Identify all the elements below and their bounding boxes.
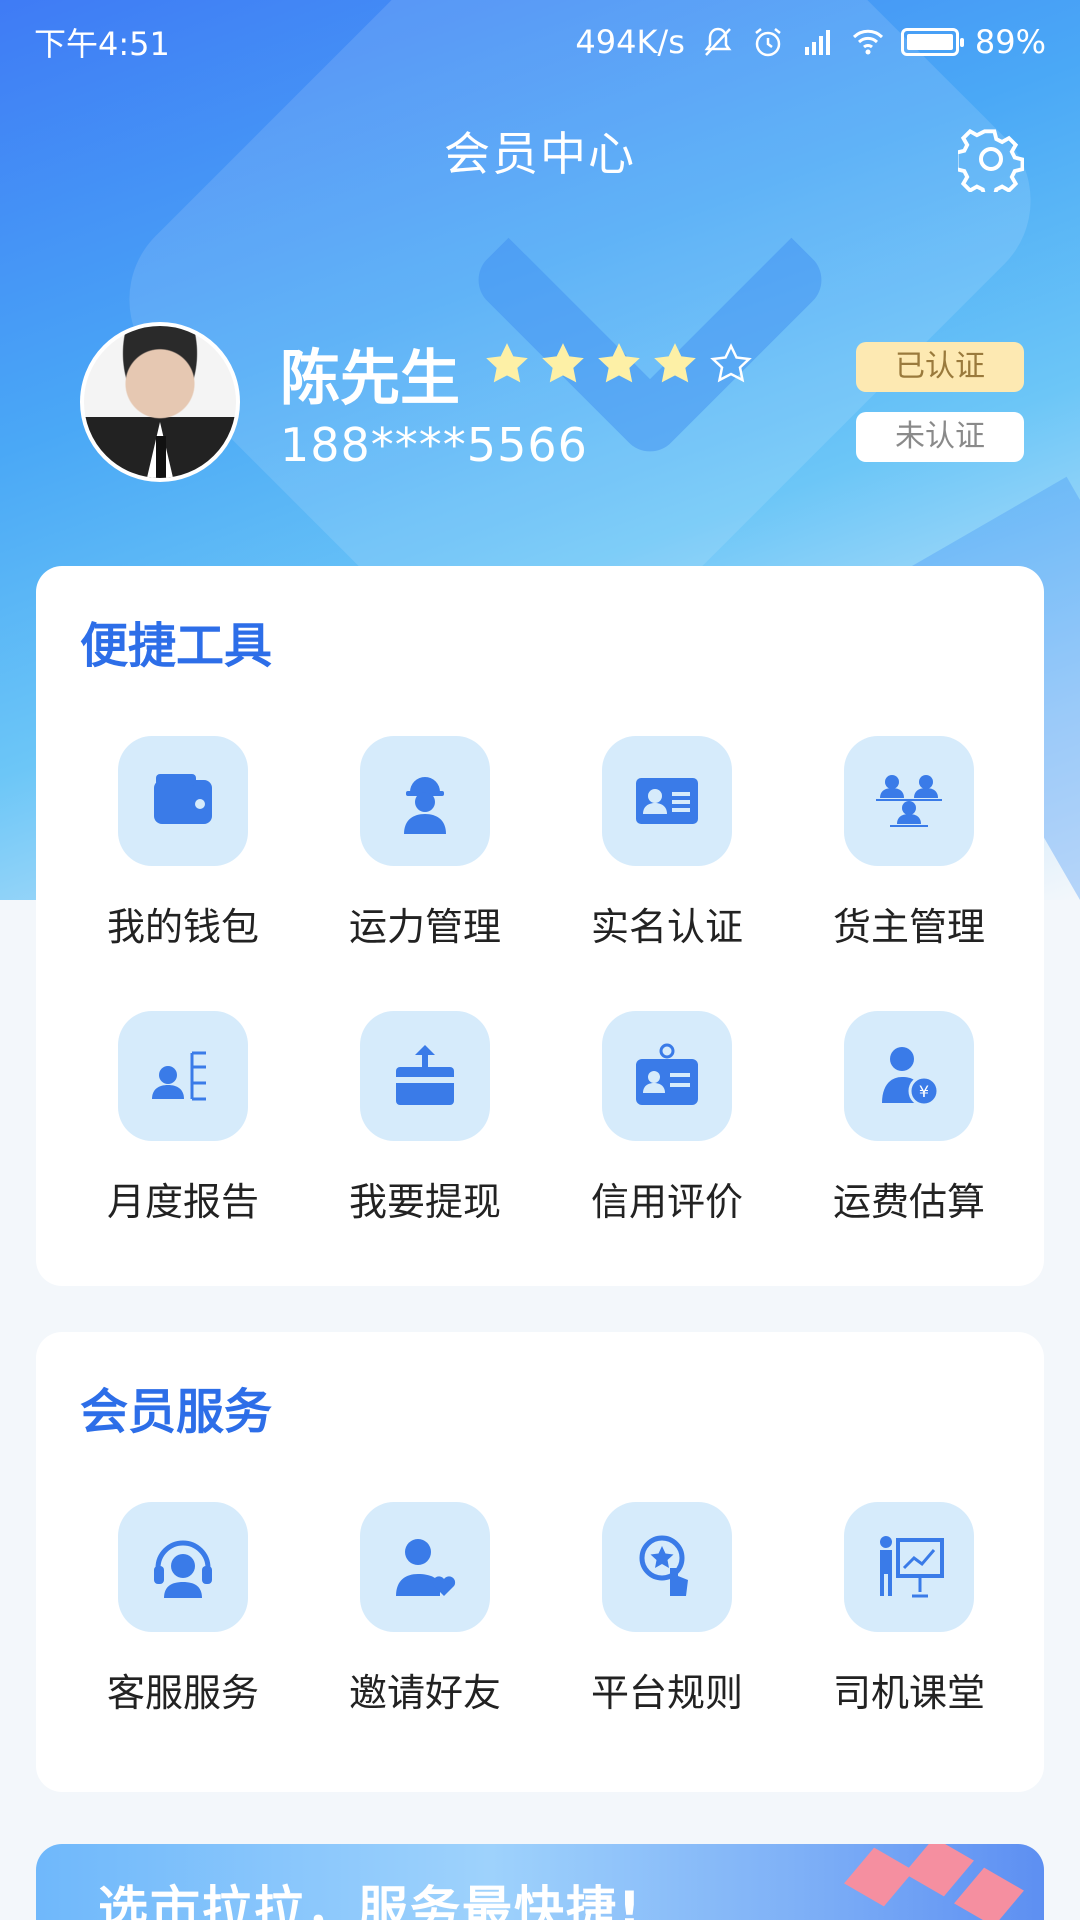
team-icon bbox=[876, 775, 942, 827]
signal-icon bbox=[804, 30, 830, 55]
star-filled-icon bbox=[654, 343, 696, 383]
tools-icon-box[interactable] bbox=[118, 736, 248, 866]
page-title: 会员中心 bbox=[444, 127, 636, 181]
services-title: 会员服务 bbox=[80, 1384, 273, 1440]
services-icon-box[interactable] bbox=[844, 1502, 974, 1632]
wifi-icon bbox=[852, 29, 883, 55]
tools-item[interactable]: 月度报告 bbox=[62, 1011, 304, 1226]
promo-banner[interactable]: 选市拉拉，服务最快捷! bbox=[36, 1844, 1044, 1920]
rules-icon bbox=[639, 1535, 688, 1596]
banner-cube-decoration bbox=[844, 1847, 914, 1907]
services-item[interactable]: 司机课堂 bbox=[788, 1502, 1030, 1717]
tools-grid: 我的钱包 运力管理 实名认证 货主管理月度报告 我要提现 信用评价 ¥ 运费估算 bbox=[36, 736, 1044, 1226]
tools-item[interactable]: 货主管理 bbox=[788, 736, 1030, 951]
tools-item[interactable]: 我的钱包 bbox=[62, 736, 304, 951]
star-filled-icon bbox=[486, 343, 528, 383]
services-item[interactable]: 客服服务 bbox=[62, 1502, 304, 1717]
battery-percent: 89% bbox=[974, 23, 1046, 61]
tools-title: 便捷工具 bbox=[80, 618, 273, 674]
banner-text: 选市拉拉，服务最快捷! bbox=[98, 1881, 643, 1920]
tools-item-label: 实名认证 bbox=[590, 905, 743, 949]
tools-item-label: 我要提现 bbox=[348, 1180, 501, 1224]
star-filled-icon bbox=[598, 343, 640, 383]
services-item-label: 司机课堂 bbox=[832, 1671, 985, 1715]
tools-icon-box[interactable] bbox=[360, 1011, 490, 1141]
services-card: 会员服务 客服服务 邀请好友 平台规则 司机课堂 bbox=[36, 1332, 1044, 1792]
services-item-label: 平台规则 bbox=[590, 1671, 743, 1715]
tools-item[interactable]: 运力管理 bbox=[304, 736, 546, 951]
status-bar: 下午4:51 494K/s 89% bbox=[0, 0, 1080, 84]
tools-icon-box[interactable] bbox=[844, 736, 974, 866]
user-name: 陈先生 bbox=[280, 344, 460, 414]
services-item[interactable]: 平台规则 bbox=[546, 1502, 788, 1717]
rating-stars bbox=[486, 343, 752, 385]
report-icon bbox=[152, 1051, 206, 1101]
battery-fill bbox=[906, 34, 954, 50]
tools-icon-box[interactable]: ¥ bbox=[844, 1011, 974, 1141]
network-speed: 494K/s bbox=[575, 23, 685, 61]
star-filled-icon bbox=[542, 343, 584, 383]
services-icon-box[interactable] bbox=[602, 1502, 732, 1632]
svg-text:¥: ¥ bbox=[919, 1082, 929, 1101]
banner-cube-decoration bbox=[954, 1867, 1024, 1920]
tools-icon-box[interactable] bbox=[602, 736, 732, 866]
tools-item[interactable]: 信用评价 bbox=[546, 1011, 788, 1226]
tools-item[interactable]: ¥ 运费估算 bbox=[788, 1011, 1030, 1226]
headset-icon bbox=[154, 1540, 212, 1598]
services-item[interactable]: 邀请好友 bbox=[304, 1502, 546, 1717]
services-item-label: 客服服务 bbox=[106, 1671, 259, 1715]
badge-icon bbox=[636, 1043, 698, 1105]
tools-icon-box[interactable] bbox=[360, 736, 490, 866]
tools-item-label: 运力管理 bbox=[348, 905, 501, 949]
mute-bell-icon bbox=[704, 27, 732, 56]
services-icon-box[interactable] bbox=[118, 1502, 248, 1632]
battery-icon bbox=[900, 28, 964, 56]
avatar[interactable] bbox=[80, 322, 240, 482]
tools-item[interactable]: 我要提现 bbox=[304, 1011, 546, 1226]
user-phone: 188****5566 bbox=[280, 418, 588, 472]
services-grid: 客服服务 邀请好友 平台规则 司机课堂 bbox=[36, 1502, 1044, 1717]
tools-item[interactable]: 实名认证 bbox=[546, 736, 788, 951]
services-icon-box[interactable] bbox=[360, 1502, 490, 1632]
id-card-icon bbox=[636, 778, 698, 824]
gear-icon[interactable] bbox=[958, 126, 1024, 192]
tools-item-label: 我的钱包 bbox=[106, 905, 259, 949]
status-time: 下午4:51 bbox=[34, 25, 170, 63]
banner-cube-decoration bbox=[904, 1844, 974, 1897]
verified-badge[interactable]: 已认证 bbox=[856, 342, 1024, 392]
withdraw-icon bbox=[396, 1045, 454, 1105]
invite-icon bbox=[396, 1539, 456, 1596]
tools-item-label: 月度报告 bbox=[106, 1180, 259, 1224]
tools-card: 便捷工具 我的钱包 运力管理 实名认证 货主管理月度报告 我要提现 信用评价 ¥ 运费估算 bbox=[36, 566, 1044, 1286]
classroom-icon bbox=[880, 1536, 944, 1598]
freight-fee-icon: ¥ bbox=[882, 1047, 940, 1107]
services-item-label: 邀请好友 bbox=[348, 1671, 501, 1715]
tools-item-label: 信用评价 bbox=[590, 1180, 743, 1224]
tools-item-label: 运费估算 bbox=[832, 1180, 985, 1224]
wallet-icon bbox=[154, 774, 212, 824]
star-empty-icon bbox=[710, 343, 752, 383]
unverified-badge[interactable]: 未认证 bbox=[856, 412, 1024, 462]
alarm-icon bbox=[755, 28, 781, 57]
tools-icon-box[interactable] bbox=[118, 1011, 248, 1141]
tools-item-label: 货主管理 bbox=[832, 905, 985, 949]
tools-icon-box[interactable] bbox=[602, 1011, 732, 1141]
worker-icon bbox=[404, 777, 446, 834]
avatar-tie bbox=[156, 436, 166, 478]
